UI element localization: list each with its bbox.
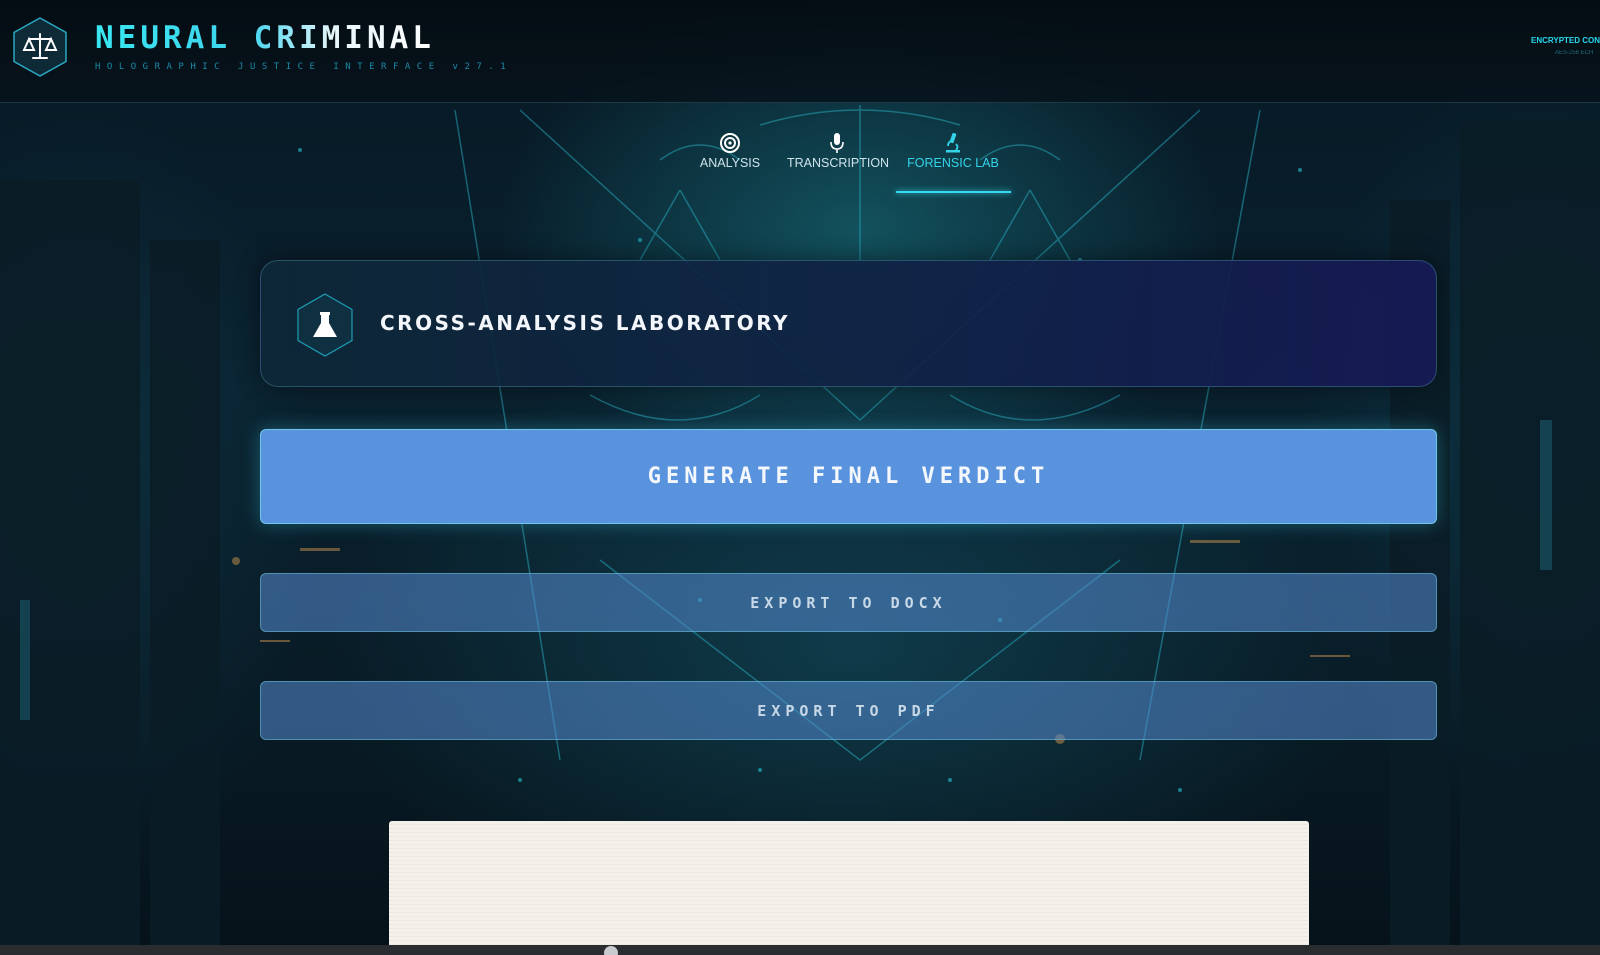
tab-transcription[interactable]: TRANSCRIPTION xyxy=(787,128,890,194)
verdict-document-preview xyxy=(389,821,1309,955)
scales-of-justice-icon xyxy=(13,17,67,77)
export-docx-button[interactable]: EXPORT TO DOCX xyxy=(260,573,1437,632)
active-tab-indicator xyxy=(896,191,1011,193)
export-pdf-button[interactable]: EXPORT TO PDF xyxy=(260,681,1437,740)
generate-verdict-button[interactable]: GENERATE FINAL VERDICT xyxy=(260,429,1437,524)
connection-status: ENCRYPTED CONNE xyxy=(1531,36,1600,45)
bottom-scrollbar[interactable] xyxy=(0,945,1600,955)
scroll-knob[interactable] xyxy=(604,946,618,955)
tab-analysis-label: ANALYSIS xyxy=(699,156,761,170)
lab-header-panel: CROSS-ANALYSIS LABORATORY xyxy=(260,260,1437,387)
flask-icon xyxy=(297,293,353,357)
app-header: NEURAL CRIMINAL HOLOGRAPHIC JUSTICE INTE… xyxy=(0,0,1600,103)
tab-forensic-lab[interactable]: FORENSIC LAB xyxy=(901,128,1005,194)
tab-analysis[interactable]: ANALYSIS xyxy=(697,128,763,194)
lab-title: CROSS-ANALYSIS LABORATORY xyxy=(380,311,791,335)
tab-transcription-label: TRANSCRIPTION xyxy=(787,156,890,170)
app-subtitle: HOLOGRAPHIC JUSTICE INTERFACE v27.1 xyxy=(95,62,513,72)
tab-forensic-lab-label: FORENSIC LAB xyxy=(907,156,999,170)
target-icon xyxy=(720,133,740,153)
microscope-icon xyxy=(946,132,960,153)
app-root: NEURAL CRIMINAL HOLOGRAPHIC JUSTICE INTE… xyxy=(0,0,1600,955)
connection-detail: AES-256 ECH xyxy=(1555,50,1594,56)
app-title: NEURAL CRIMINAL xyxy=(95,20,435,56)
microphone-icon xyxy=(830,133,844,153)
